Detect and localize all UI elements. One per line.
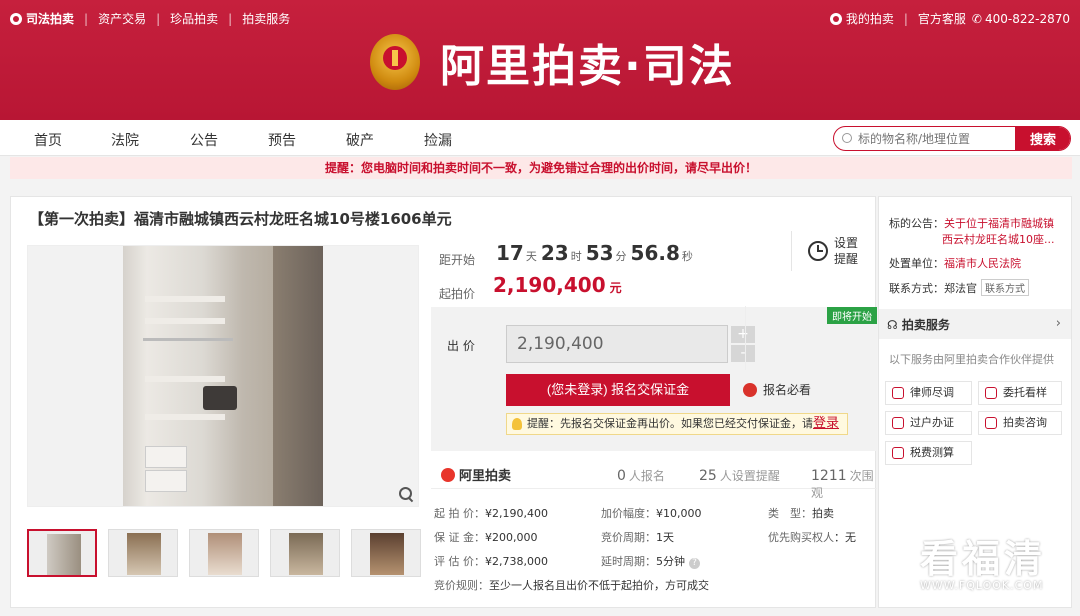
detail-period: 竞价周期：1天 <box>601 531 674 544</box>
my-auction-link[interactable]: 我的拍卖 <box>846 10 894 27</box>
link-treasure-auction[interactable]: 珍品拍卖 <box>170 10 218 27</box>
court-link[interactable]: 福清市人民法院 <box>944 257 1021 270</box>
login-link[interactable]: 登录 <box>813 416 839 431</box>
thumbnail[interactable] <box>270 529 340 577</box>
logo-text: 阿里拍卖·司法 <box>440 41 735 92</box>
thumbnail[interactable] <box>351 529 421 577</box>
watermark: 看福清 WWW.FQLOOK.COM <box>920 537 1047 592</box>
detail-delay: 延时周期：5分钟? <box>601 553 700 569</box>
auction-summary: 距开始 17 天 23 时 53 分 56.8 秒 起拍价 2,190,400 元 设置提… <box>431 231 877 307</box>
set-reminder-button[interactable]: 设置 提醒 <box>791 231 877 271</box>
chat-icon <box>985 417 997 429</box>
signup-count: 0 人报名 <box>617 468 665 484</box>
search-icon <box>842 133 852 143</box>
transfer-icon <box>892 417 904 429</box>
reminder-count: 25 人设置提醒 <box>699 468 780 484</box>
bid-panel: 即将开始 出 价 + - (您未登录) 报名交保证金 报名必看 提醒：先报名交保… <box>431 307 877 451</box>
site-logo[interactable]: 阿里拍卖·司法 <box>370 30 735 94</box>
auction-main-panel: 【第一次拍卖】福清市融城镇西云村龙旺名城10号楼1606单元 距开始 17 天 2… <box>10 196 877 608</box>
nav-item-court[interactable]: 法院 <box>111 130 139 150</box>
service-tax[interactable]: 税费测算 <box>885 441 972 465</box>
detail-priority: 优先购买权人：无 <box>768 531 856 544</box>
phone-icon: ✆ <box>971 11 982 26</box>
link-auction-service[interactable]: 拍卖服务 <box>242 10 290 27</box>
decrease-bid-button[interactable]: - <box>731 345 755 362</box>
bid-amount-input[interactable] <box>506 325 728 363</box>
headset-icon: ☊ <box>887 318 898 332</box>
detail-increment: 加价幅度：¥10,000 <box>601 507 702 520</box>
countdown: 17 天 23 时 53 分 56.8 秒 <box>496 241 693 265</box>
start-price: 2,190,400 元 <box>493 273 622 297</box>
service-viewing[interactable]: 委托看样 <box>978 381 1062 405</box>
lightbulb-icon <box>512 418 522 430</box>
view-count: 1211 次围观 <box>811 468 874 500</box>
nav-item-bargain[interactable]: 捡漏 <box>424 130 452 150</box>
nav-item-announcement[interactable]: 公告 <box>190 130 218 150</box>
help-icon[interactable]: ? <box>689 558 700 569</box>
search-input[interactable] <box>858 130 1013 148</box>
user-icon <box>829 12 842 25</box>
start-price-label: 起拍价 <box>439 287 476 301</box>
main-photo[interactable] <box>27 245 419 507</box>
countdown-label: 距开始 <box>439 253 476 267</box>
thumbnail[interactable] <box>108 529 178 577</box>
item-title: 【第一次拍卖】福清市融城镇西云村龙旺名城10号楼1606单元 <box>29 210 452 228</box>
detail-deposit: 保 证 金：¥200,000 <box>434 531 538 544</box>
thumbnail[interactable] <box>189 529 259 577</box>
contact-button[interactable]: 联系方式 <box>981 279 1029 296</box>
detail-rule: 竞价规则：至少一人报名且出价不低于起拍价，方可成交 <box>434 579 709 592</box>
search-button[interactable]: 搜索 <box>1015 127 1070 150</box>
location-icon <box>985 387 997 399</box>
deposit-tip: 提醒：先报名交保证金再出价。如果您已经交付保证金，请登录 <box>506 413 848 435</box>
ali-logo-icon <box>441 467 455 482</box>
service-phone: 400-822-2870 <box>984 11 1070 26</box>
detail-start-price: 起 拍 价：¥2,190,400 <box>434 507 548 520</box>
detail-appraisal: 评 估 价：¥2,738,000 <box>434 555 548 568</box>
zoom-icon[interactable] <box>398 486 414 502</box>
thumbnail[interactable] <box>27 529 97 577</box>
search-box: 搜索 <box>833 126 1071 151</box>
detail-type: 类 型：拍卖 <box>768 507 834 520</box>
top-bar: 司法拍卖 | 资产交易 | 珍品拍卖 | 拍卖服务 我的拍卖 | 官方客服 ✆ … <box>10 10 1070 28</box>
service-consult[interactable]: 拍卖咨询 <box>978 411 1062 435</box>
auction-logo-icon <box>10 12 22 25</box>
auction-stats: 阿里拍卖 0 人报名 25 人设置提醒 1211 次围观 <box>431 459 877 500</box>
side-notice: 标的公告：关于位于福清市融城镇 <box>889 217 1054 230</box>
brand-link[interactable]: 司法拍卖 <box>26 10 74 27</box>
service-desc: 以下服务由阿里拍卖合作伙伴提供 <box>889 353 1054 366</box>
bid-label: 出 价 <box>447 339 475 353</box>
nav-item-preview[interactable]: 预告 <box>268 130 296 150</box>
side-unit: 处置单位：福清市人民法院 <box>889 257 1021 270</box>
closet-image <box>123 246 323 506</box>
calculator-icon <box>892 447 904 459</box>
site-header: 司法拍卖 | 资产交易 | 珍品拍卖 | 拍卖服务 我的拍卖 | 官方客服 ✆ … <box>0 0 1080 120</box>
notice-link[interactable]: 关于位于福清市融城镇 <box>944 217 1054 230</box>
lawyer-icon <box>892 387 904 399</box>
register-deposit-button[interactable]: (您未登录) 报名交保证金 <box>506 374 730 406</box>
link-asset-trade[interactable]: 资产交易 <box>98 10 146 27</box>
side-contact: 联系方式：郑法官 联系方式 <box>889 279 1029 296</box>
alarm-clock-icon <box>808 241 828 261</box>
customer-service-link[interactable]: 官方客服 <box>918 10 966 27</box>
increase-bid-button[interactable]: + <box>731 326 755 343</box>
status-badge: 即将开始 <box>827 307 877 324</box>
service-lawyer[interactable]: 律师尽调 <box>885 381 972 405</box>
ali-auction-logo: 阿里拍卖 <box>441 465 511 484</box>
coins-icon <box>743 382 757 397</box>
must-read-link[interactable]: 报名必看 <box>743 381 811 398</box>
service-transfer[interactable]: 过户办证 <box>885 411 972 435</box>
court-emblem-icon <box>370 34 420 90</box>
nav-item-home[interactable]: 首页 <box>34 130 62 150</box>
nav-item-bankruptcy[interactable]: 破产 <box>346 130 374 150</box>
chevron-right-icon: › <box>1055 316 1061 331</box>
time-notice: 提醒：您电脑时间和拍卖时间不一致，为避免错过合理的出价时间，请尽早出价！ <box>10 157 1072 179</box>
service-header[interactable]: ☊ 拍卖服务 › <box>879 309 1071 339</box>
